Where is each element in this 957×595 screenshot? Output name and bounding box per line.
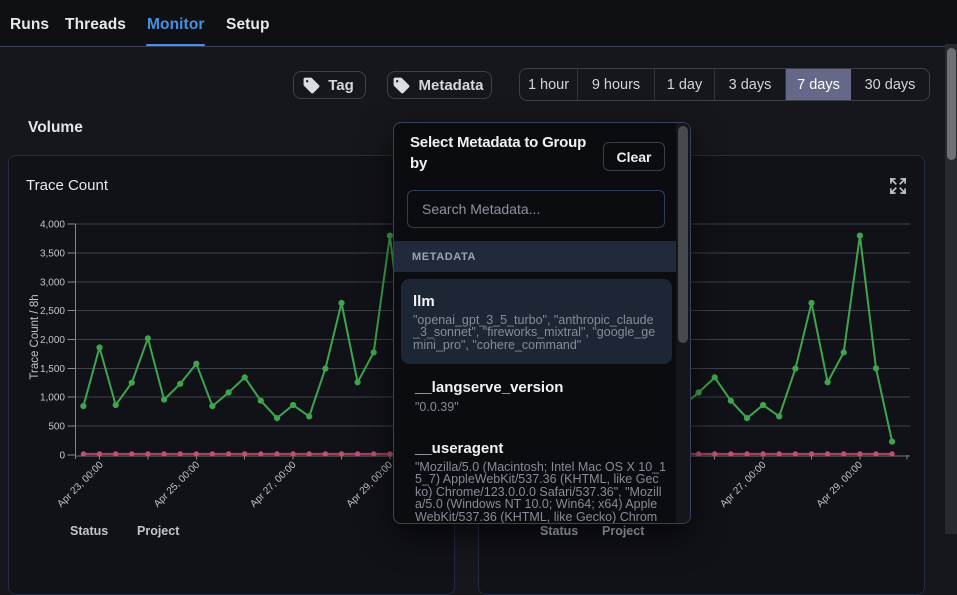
svg-text:2,500: 2,500 (40, 306, 65, 317)
svg-text:2,000: 2,000 (40, 335, 65, 346)
svg-text:0: 0 (59, 450, 65, 461)
svg-text:Apr 25, 00:00: Apr 25, 00:00 (152, 459, 203, 510)
svg-text:Trace Count / 8h: Trace Count / 8h (29, 294, 41, 379)
svg-text:3,500: 3,500 (40, 248, 65, 259)
svg-text:Apr 23, 00:00: Apr 23, 00:00 (56, 459, 107, 510)
svg-text:1,000: 1,000 (40, 393, 65, 404)
svg-text:1,500: 1,500 (40, 364, 65, 375)
svg-text:Apr 27, 00:00: Apr 27, 00:00 (248, 459, 299, 510)
svg-text:Apr 29, 00:00: Apr 29, 00:00 (345, 459, 396, 510)
svg-text:Apr 27, 00:00: Apr 27, 00:00 (718, 459, 769, 510)
svg-text:500: 500 (48, 422, 65, 433)
svg-text:4,000: 4,000 (40, 220, 65, 231)
svg-text:Apr 29, 00:00: Apr 29, 00:00 (815, 459, 866, 510)
svg-text:3,000: 3,000 (40, 277, 65, 288)
